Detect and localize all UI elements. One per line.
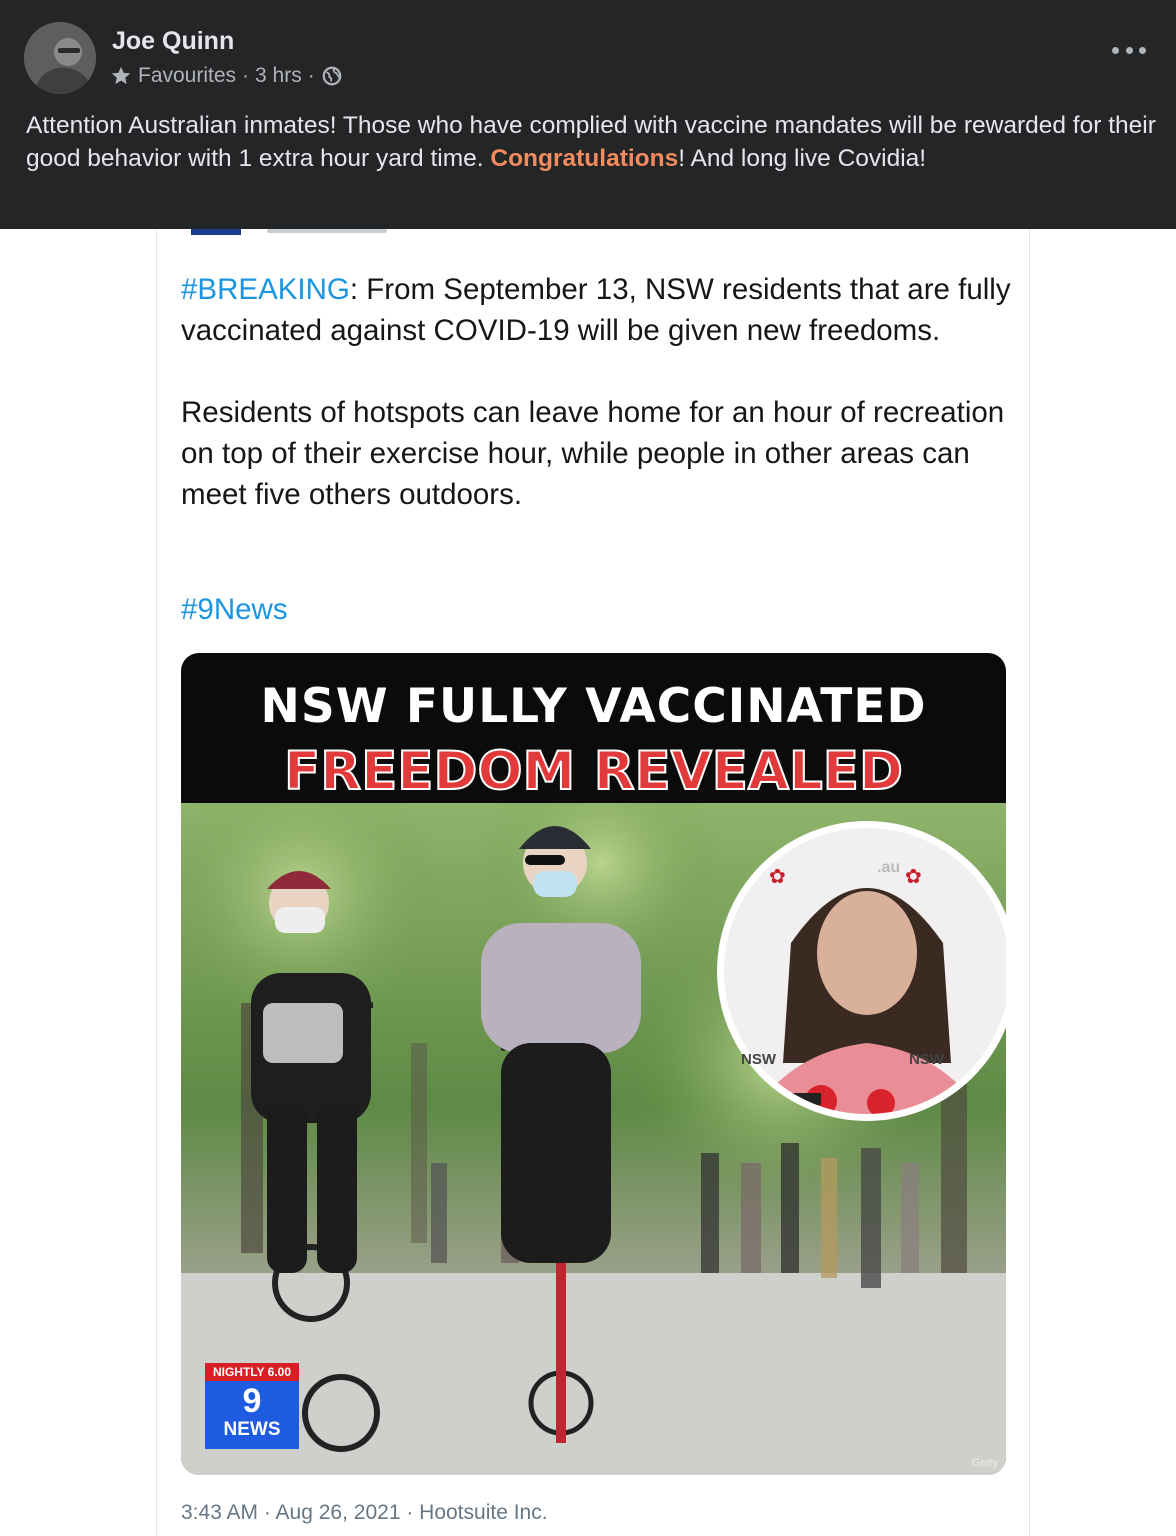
- image-subtitle: FREEDOM REVEALED: [283, 740, 904, 803]
- audience-label[interactable]: Favourites: [138, 64, 236, 88]
- image-title: NSW FULLY VACCINATED: [260, 679, 927, 734]
- badge-number: 9: [242, 1382, 262, 1420]
- star-icon: [111, 66, 131, 85]
- meta-separator: ·: [242, 64, 250, 87]
- hashtag-9news[interactable]: #9News: [181, 593, 288, 627]
- facebook-post-header: Joe Quinn Favourites · 3 hrs · Attention…: [0, 0, 1176, 229]
- more-options-button[interactable]: [1112, 40, 1146, 60]
- globe-icon: [322, 66, 342, 86]
- post-meta: Favourites · 3 hrs ·: [110, 63, 343, 89]
- meta-separator: ·: [307, 64, 315, 87]
- nine-news-logo: 9 NEWS: [205, 1381, 299, 1449]
- tweet-image[interactable]: NSW FULLY VACCINATED FREEDOM REVEALED ✿ …: [181, 653, 1006, 1475]
- inset-sign-left: NSW: [741, 1051, 776, 1068]
- tweet-body: #BREAKING: From September 13, NSW reside…: [181, 269, 1011, 515]
- tweet-paragraph-1: #BREAKING: From September 13, NSW reside…: [181, 269, 1011, 351]
- inset-sign-top: .au: [877, 859, 901, 876]
- nine-news-badge: NIGHTLY 6.00 9 NEWS: [205, 1363, 299, 1449]
- cyclists-photo: ✿ ✿: [181, 803, 1006, 1475]
- post-text-highlight: Congratulations: [490, 145, 679, 172]
- inset-sign-right: NSW: [909, 1051, 944, 1068]
- embedded-tweet: #BREAKING: From September 13, NSW reside…: [156, 229, 1030, 1536]
- post-text-end: ! And long live Covidia!: [678, 145, 927, 172]
- svg-text:✿: ✿: [769, 864, 786, 888]
- more-options-icon: [1112, 46, 1119, 54]
- tweet-account-logo: [191, 229, 241, 235]
- author-name[interactable]: Joe Quinn: [112, 27, 234, 56]
- svg-text:✿: ✿: [905, 864, 922, 888]
- badge-word: NEWS: [223, 1419, 281, 1440]
- photo-credit: Getty: [971, 1457, 998, 1469]
- badge-nightly-label: NIGHTLY 6.00: [205, 1363, 299, 1381]
- avatar[interactable]: [24, 22, 96, 94]
- post-time[interactable]: 3 hrs: [255, 64, 302, 88]
- tweet-paragraph-2: Residents of hotspots can leave home for…: [181, 396, 1005, 511]
- tweet-footer[interactable]: 3:43 AM · Aug 26, 2021 · Hootsuite Inc.: [181, 1501, 548, 1525]
- hashtag-breaking[interactable]: #BREAKING: [181, 273, 350, 306]
- tweet-account-handle: [267, 229, 387, 233]
- post-text: Attention Australian inmates! Those who …: [26, 109, 1156, 175]
